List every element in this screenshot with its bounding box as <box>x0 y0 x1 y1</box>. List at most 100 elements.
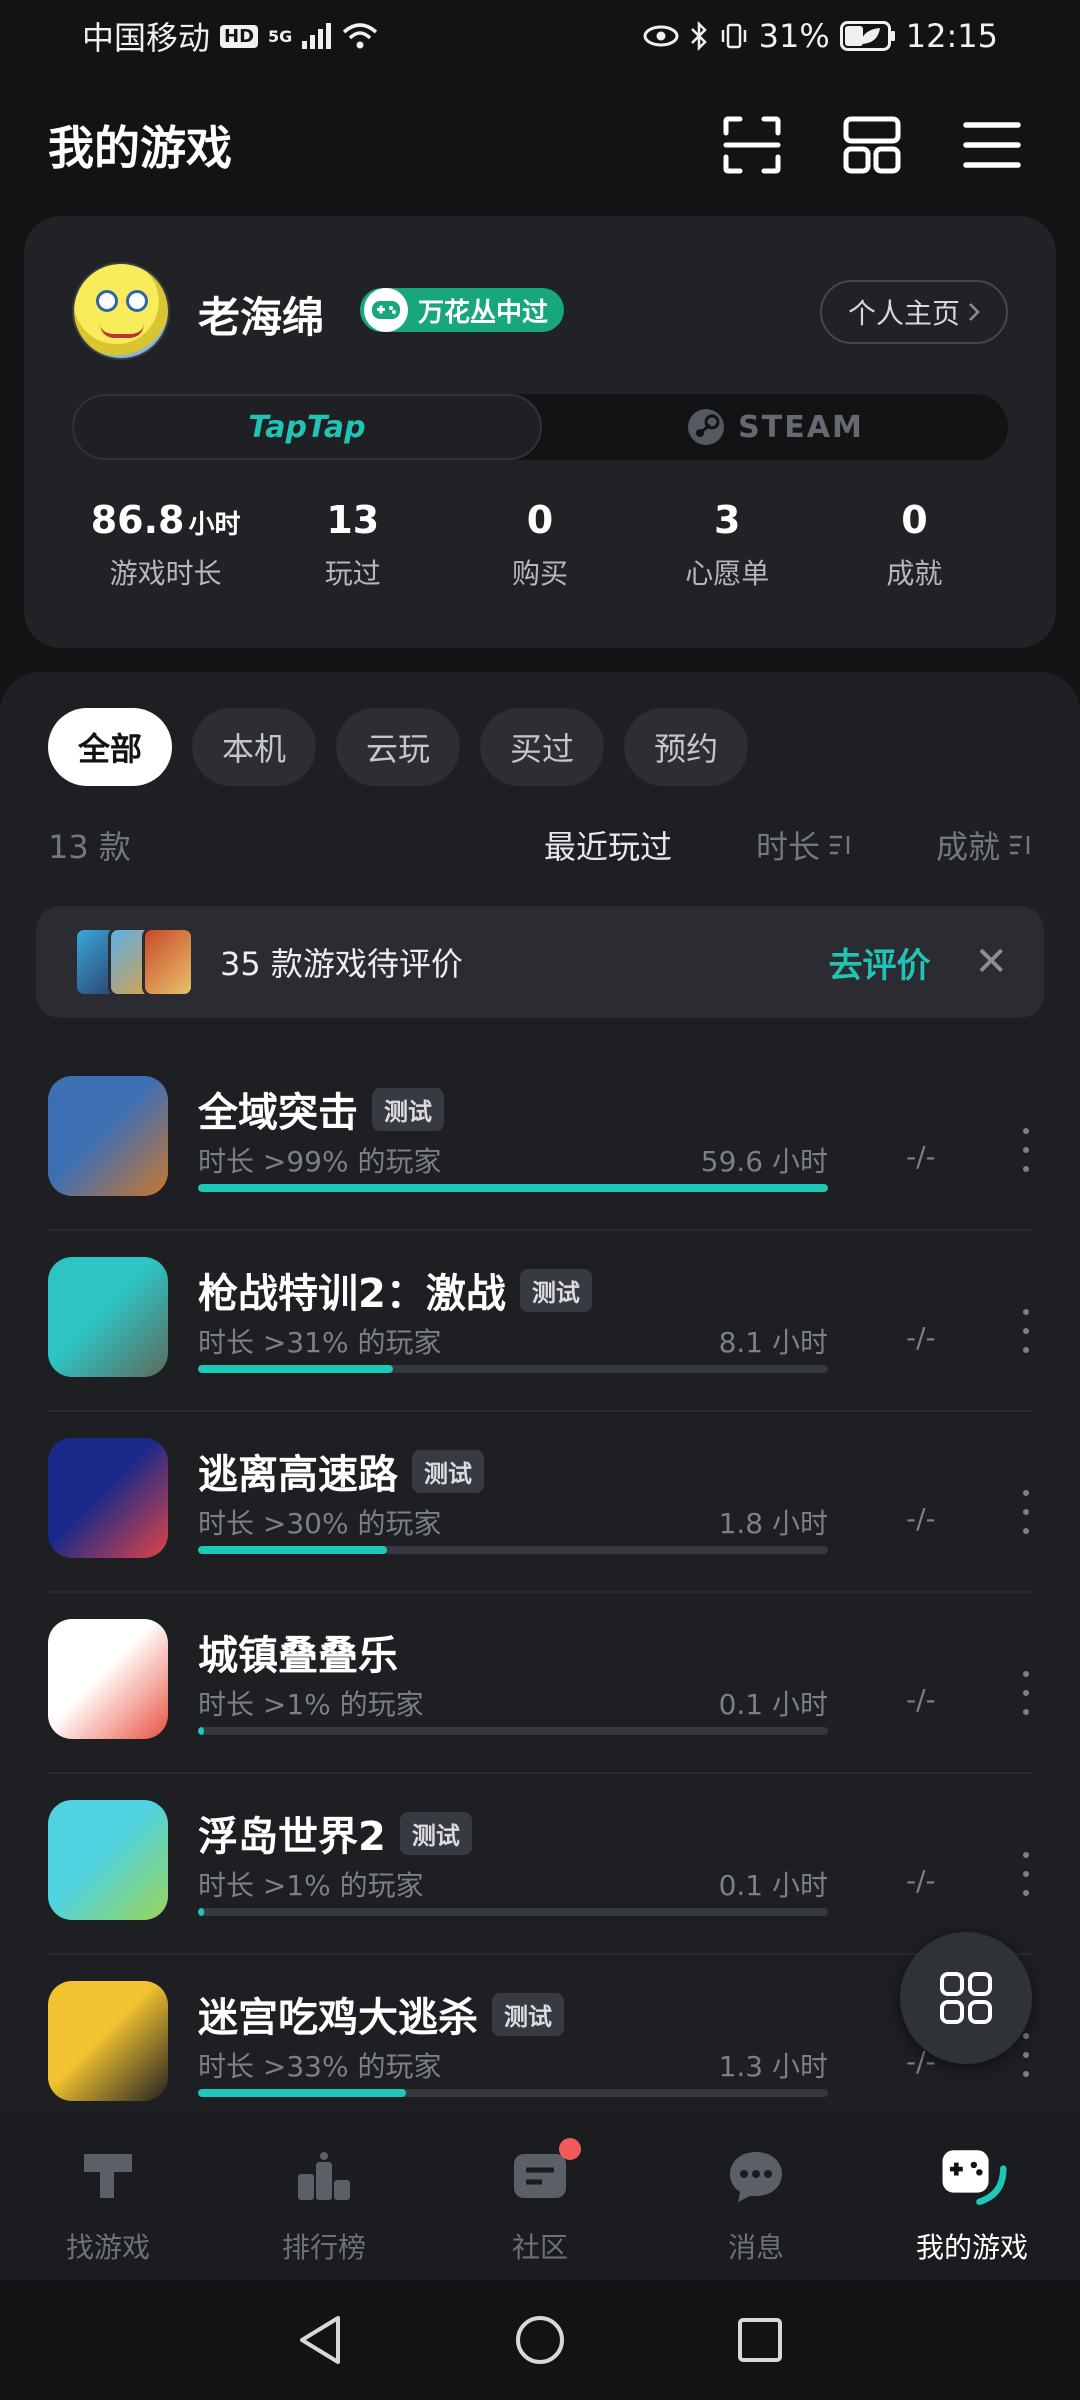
game-icon[interactable] <box>48 1800 168 1920</box>
chevron-right-icon <box>969 303 980 321</box>
review-text: 35 款游戏待评价 <box>220 945 463 983</box>
playtime-hours: 8.1 小时 <box>718 1326 828 1359</box>
nav-messages[interactable]: 消息 <box>648 2112 864 2280</box>
sort-recent[interactable]: 最近玩过 <box>544 822 672 868</box>
close-icon[interactable]: ✕ <box>974 939 1008 985</box>
sort-playtime[interactable]: 时长 <box>756 822 852 868</box>
test-tag: 测试 <box>519 1268 592 1312</box>
nav-my-games[interactable]: 我的游戏 <box>864 2112 1080 2280</box>
user-badge[interactable]: 万花丛中过 <box>360 288 565 332</box>
filter-bought[interactable]: 买过 <box>480 708 605 786</box>
progress-fill <box>198 1727 205 1735</box>
achievement-count: -/- <box>906 1864 936 1897</box>
avatar[interactable] <box>72 262 170 360</box>
stat-value: 3 <box>713 498 741 542</box>
sort-achievements[interactable]: 成就 <box>936 822 1032 868</box>
game-title: 枪战特训2：激战 测试 <box>198 1261 592 1319</box>
playtime-progress-bar <box>198 1727 828 1735</box>
stat-label: 购买 <box>512 557 569 590</box>
more-options-icon[interactable] <box>1014 1482 1038 1542</box>
progress-fill <box>198 1365 394 1373</box>
filter-cloud[interactable]: 云玩 <box>336 708 461 786</box>
playtime-percentile: 时长 >31% 的玩家 <box>198 1326 442 1359</box>
game-icon[interactable] <box>48 1076 168 1196</box>
filter-reserved[interactable]: 预约 <box>624 708 749 786</box>
sort-label: 时长 <box>755 828 820 866</box>
pending-review-icons <box>74 927 194 997</box>
nav-label: 我的游戏 <box>915 2231 1028 2264</box>
homepage-button[interactable]: 个人主页 <box>819 280 1008 344</box>
sort-row: 13 款 最近玩过 时长 成就 <box>48 820 1032 870</box>
menu-button[interactable] <box>952 105 1032 185</box>
nav-find-games[interactable]: 找游戏 <box>0 2112 216 2280</box>
stat-achievements[interactable]: 0 成就 <box>821 498 1008 592</box>
header: 我的游戏 <box>0 100 1080 190</box>
scan-button[interactable] <box>712 105 792 185</box>
nav-label: 找游戏 <box>65 2231 150 2264</box>
game-row[interactable]: 城镇叠叠乐 时长 >1% 的玩家 0.1 小时 -/- <box>48 1593 1032 1774</box>
progress-fill <box>198 1546 387 1554</box>
stat-label: 玩过 <box>324 557 381 590</box>
notification-dot <box>559 2138 581 2160</box>
game-meta: 时长 >99% 的玩家 59.6 小时 <box>198 1140 828 1180</box>
stat-playtime[interactable]: 86.8 小时 游戏时长 <box>72 498 259 592</box>
game-icon[interactable] <box>48 1981 168 2101</box>
more-options-icon[interactable] <box>1014 1663 1038 1723</box>
review-banner[interactable]: 35 款游戏待评价 去评价 ✕ <box>36 906 1044 1018</box>
sort-label: 最近玩过 <box>543 828 672 866</box>
nav-community[interactable]: 社区 <box>432 2112 648 2280</box>
grid-view-button[interactable] <box>900 1932 1032 2064</box>
filter-all[interactable]: 全部 <box>48 708 173 786</box>
layout-icon <box>843 116 901 174</box>
stats-row: 86.8 小时 游戏时长 13 玩过 0 购买 3 心愿单 0 成就 <box>72 498 1008 592</box>
game-row[interactable]: 迷宫吃鸡大逃杀 测试 时长 >33% 的玩家 1.3 小时 -/- <box>48 1955 1032 2136</box>
playtime-progress-bar <box>198 1908 828 1916</box>
stat-label: 成就 <box>886 557 943 590</box>
more-options-icon[interactable] <box>1014 1120 1038 1180</box>
game-count: 13 款 <box>48 828 131 866</box>
more-options-icon[interactable] <box>1014 1301 1038 1361</box>
game-meta: 时长 >1% 的玩家 0.1 小时 <box>198 1864 828 1904</box>
network-type: 5G <box>268 26 293 46</box>
progress-fill <box>198 2089 406 2097</box>
game-icon[interactable] <box>48 1257 168 1377</box>
stat-value: 13 <box>326 498 380 542</box>
game-title: 迷宫吃鸡大逃杀 测试 <box>198 1985 564 2043</box>
stat-purchased[interactable]: 0 购买 <box>446 498 633 592</box>
system-nav-bar <box>0 2280 1080 2400</box>
nav-label: 消息 <box>727 2231 784 2264</box>
bluetooth-icon <box>690 21 707 51</box>
tab-taptap[interactable]: TapTap <box>72 394 542 460</box>
stat-wishlist[interactable]: 3 心愿单 <box>634 498 821 592</box>
game-icon[interactable] <box>48 1438 168 1558</box>
my-games-icon <box>937 2144 1007 2208</box>
game-meta: 时长 >30% 的玩家 1.8 小时 <box>198 1502 828 1542</box>
recents-icon[interactable] <box>736 2316 784 2364</box>
review-button[interactable]: 去评价 <box>828 938 930 987</box>
game-name: 城镇叠叠乐 <box>198 1633 398 1679</box>
stat-unit: 小时 <box>188 510 241 540</box>
playtime-progress-bar <box>198 1546 828 1554</box>
game-icon[interactable] <box>48 1619 168 1739</box>
games-section: 全部 本机 云玩 买过 预约 13 款 最近玩过 时长 成就 35 款游戏待评价… <box>0 672 1080 2136</box>
more-options-icon[interactable] <box>1014 1844 1038 1904</box>
game-row[interactable]: 逃离高速路 测试 时长 >30% 的玩家 1.8 小时 -/- <box>48 1412 1032 1593</box>
page-title: 我的游戏 <box>48 121 232 175</box>
playtime-hours: 59.6 小时 <box>700 1145 828 1178</box>
game-row[interactable]: 枪战特训2：激战 测试 时长 >31% 的玩家 8.1 小时 -/- <box>48 1231 1032 1412</box>
game-title: 浮岛世界2 测试 <box>198 1804 472 1862</box>
filter-local[interactable]: 本机 <box>192 708 317 786</box>
home-icon[interactable] <box>514 2314 566 2366</box>
sort-label: 成就 <box>935 828 1000 866</box>
stat-value: 0 <box>901 498 928 542</box>
layout-button[interactable] <box>832 105 912 185</box>
game-row[interactable]: 浮岛世界2 测试 时长 >1% 的玩家 0.1 小时 -/- <box>48 1774 1032 1955</box>
battery-icon <box>839 21 895 51</box>
nav-rankings[interactable]: 排行榜 <box>216 2112 432 2280</box>
tab-steam[interactable]: STEAM <box>542 394 1008 460</box>
back-icon[interactable] <box>296 2314 344 2366</box>
playtime-hours: 0.1 小时 <box>718 1688 828 1721</box>
community-icon <box>505 2138 581 2208</box>
stat-played[interactable]: 13 玩过 <box>259 498 446 592</box>
game-row[interactable]: 全域突击 测试 时长 >99% 的玩家 59.6 小时 -/- <box>48 1050 1032 1231</box>
